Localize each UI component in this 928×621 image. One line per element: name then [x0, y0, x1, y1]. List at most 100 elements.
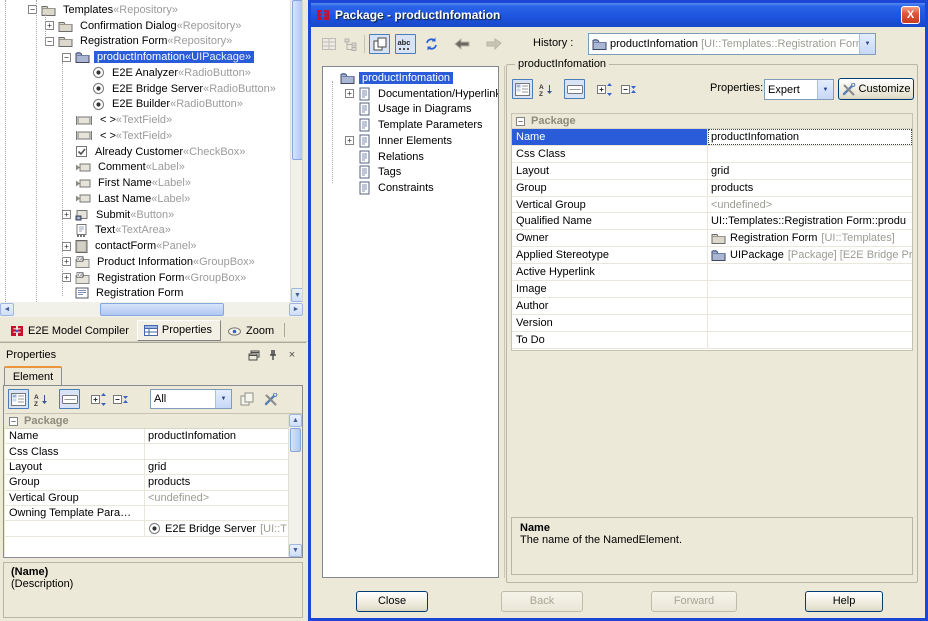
expander-collapsed-icon[interactable]: + [62, 210, 71, 219]
tree-item-[interactable]: < >«TextField» [0, 128, 302, 144]
tree-item-registration-form[interactable]: +GBRegistration Form«GroupBox» [0, 270, 302, 286]
back-button[interactable]: Back [501, 591, 583, 612]
property-name-cell[interactable]: Version [512, 315, 708, 331]
property-value-cell[interactable]: UI::Templates::Registration Form::produ [708, 213, 912, 229]
property-name-cell[interactable]: Owner [512, 230, 708, 246]
chevron-down-icon[interactable]: ▼ [215, 390, 231, 408]
section-header-package[interactable]: − Package [5, 414, 302, 429]
properties-mode-combobox[interactable]: Expert ▼ [764, 79, 834, 100]
table-vertical-scrollbar[interactable]: ▲ ▼ [288, 414, 302, 557]
tree-item-documentation-hyperlinks[interactable]: +Documentation/Hyperlinks [325, 86, 498, 102]
close-icon[interactable]: × [284, 348, 300, 363]
property-name-cell[interactable]: Active Hyperlink [512, 264, 708, 280]
history-back-button[interactable] [451, 34, 472, 54]
tree-item-already-customer[interactable]: Already Customer«CheckBox» [0, 144, 302, 160]
property-name-cell[interactable]: Css Class [5, 444, 145, 458]
expand-all-button[interactable] [594, 79, 615, 99]
property-row-owner[interactable]: OwnerRegistration Form [UI::Templates] [512, 230, 912, 247]
show-description-button[interactable] [564, 79, 585, 99]
property-row-name[interactable]: NameproductInfomation [512, 129, 912, 146]
splitter[interactable] [504, 66, 505, 578]
tree-item-product-information[interactable]: +GBProduct Information«GroupBox» [0, 254, 302, 270]
property-row-layout[interactable]: Layoutgrid [512, 163, 912, 180]
property-row-vertical-group[interactable]: Vertical Group<undefined> [512, 197, 912, 214]
tree-item-text[interactable]: Text«TextArea» [0, 223, 302, 239]
property-row-to-do[interactable]: To Do [512, 332, 912, 349]
property-value-cell[interactable]: products [708, 180, 912, 196]
expander-collapsed-icon[interactable]: + [345, 136, 354, 145]
chevron-down-icon[interactable]: ▼ [817, 80, 833, 99]
tree-item-[interactable]: < >«TextField» [0, 112, 302, 128]
property-name-cell[interactable]: Image [512, 281, 708, 297]
property-name-cell[interactable]: Applied Stereotype [512, 247, 708, 263]
table-view-button[interactable] [318, 34, 339, 54]
property-row-active-hyperlink[interactable]: Active Hyperlink [512, 264, 912, 281]
property-value-cell[interactable]: E2E Bridge Server [UI::T [145, 521, 302, 535]
property-name-cell[interactable]: Layout [512, 163, 708, 179]
expander-expanded-icon[interactable]: − [62, 53, 71, 62]
property-row-layout[interactable]: Layoutgrid [5, 460, 302, 475]
property-value-cell[interactable] [145, 506, 302, 520]
property-value-cell[interactable] [708, 315, 912, 331]
property-name-cell[interactable]: Author [512, 298, 708, 314]
tree-item-first-name[interactable]: First Name«Label» [0, 175, 302, 191]
property-row-version[interactable]: Version [512, 315, 912, 332]
expander-collapsed-icon[interactable]: + [62, 273, 71, 282]
history-combobox[interactable]: productInfomation [UI::Templates::Regist… [588, 33, 876, 55]
property-row-value[interactable]: E2E Bridge Server [UI::T [5, 521, 302, 536]
property-value-cell[interactable] [708, 146, 912, 162]
chevron-down-icon[interactable]: ▼ [859, 34, 875, 54]
history-forward-button[interactable] [483, 34, 504, 54]
forward-button[interactable]: Forward [651, 591, 737, 612]
collapse-section-icon[interactable]: − [9, 417, 18, 426]
float-window-icon[interactable] [246, 348, 262, 363]
property-value-cell[interactable]: products [145, 475, 302, 489]
scroll-down-button[interactable]: ▼ [289, 544, 302, 557]
property-name-cell[interactable]: To Do [512, 332, 708, 348]
tree-horizontal-scrollbar[interactable]: ◄ ► [0, 302, 303, 317]
show-full-names-button[interactable]: abc [395, 34, 416, 54]
expander-collapsed-icon[interactable]: + [45, 21, 54, 30]
property-value-cell[interactable]: grid [145, 460, 302, 474]
property-row-owning-template-para[interactable]: Owning Template Para… [5, 506, 302, 521]
dialog-titlebar[interactable]: Package - productInfomation X [311, 3, 925, 27]
tree-item-productinfomation[interactable]: productInfomation [325, 70, 498, 86]
sort-alphabetic-button[interactable]: AZ [31, 389, 52, 409]
property-name-cell[interactable]: Name [512, 129, 708, 145]
tree-item-productinfomation[interactable]: −productInfomation«UIPackage» [0, 49, 302, 65]
section-header-package[interactable]: − Package [512, 114, 912, 129]
tree-item-contactform[interactable]: +contactForm«Panel» [0, 238, 302, 254]
collapse-all-button[interactable] [618, 79, 639, 99]
scrollbar-thumb[interactable] [290, 428, 301, 452]
tree-item-comment[interactable]: Comment«Label» [0, 160, 302, 176]
sort-alphabetic-button[interactable]: AZ [536, 79, 557, 99]
tab-e2e-model-compiler[interactable]: E2E Model Compiler [4, 322, 137, 341]
property-value-cell[interactable]: productInfomation [145, 429, 302, 443]
expand-all-button[interactable] [88, 389, 109, 409]
property-row-css-class[interactable]: Css Class [5, 444, 302, 459]
scroll-left-button[interactable]: ◄ [0, 303, 14, 316]
property-value-cell[interactable]: <undefined> [145, 491, 302, 505]
property-name-cell[interactable]: Group [5, 475, 145, 489]
categorized-view-button[interactable] [8, 389, 29, 409]
property-name-cell[interactable]: Vertical Group [5, 491, 145, 505]
tree-item-constraints[interactable]: Constraints [325, 180, 498, 196]
expander-collapsed-icon[interactable]: + [345, 89, 354, 98]
property-row-applied-stereotype[interactable]: Applied StereotypeUIPackage [Package] [E… [512, 247, 912, 264]
close-button[interactable]: X [901, 6, 920, 24]
customize-button-icon[interactable] [260, 389, 281, 409]
tree-item-e2e-builder[interactable]: E2E Builder«RadioButton» [0, 97, 302, 113]
property-value-cell[interactable]: UIPackage [Package] [E2E Bridge Pro [708, 247, 912, 263]
show-inherited-button[interactable] [369, 34, 390, 54]
scroll-right-button[interactable]: ► [289, 303, 303, 316]
expander-collapsed-icon[interactable]: + [62, 242, 71, 251]
property-row-author[interactable]: Author [512, 298, 912, 315]
tab-properties[interactable]: Properties [137, 320, 221, 341]
show-description-button[interactable] [59, 389, 80, 409]
scrollbar-thumb[interactable] [100, 303, 224, 316]
scrollbar-thumb[interactable] [292, 0, 303, 160]
customize-button[interactable]: Customize [838, 78, 914, 100]
tree-item-usage-in-diagrams[interactable]: Usage in Diagrams [325, 102, 498, 118]
property-row-css-class[interactable]: Css Class [512, 146, 912, 163]
tree-item-relations[interactable]: Relations [325, 149, 498, 165]
